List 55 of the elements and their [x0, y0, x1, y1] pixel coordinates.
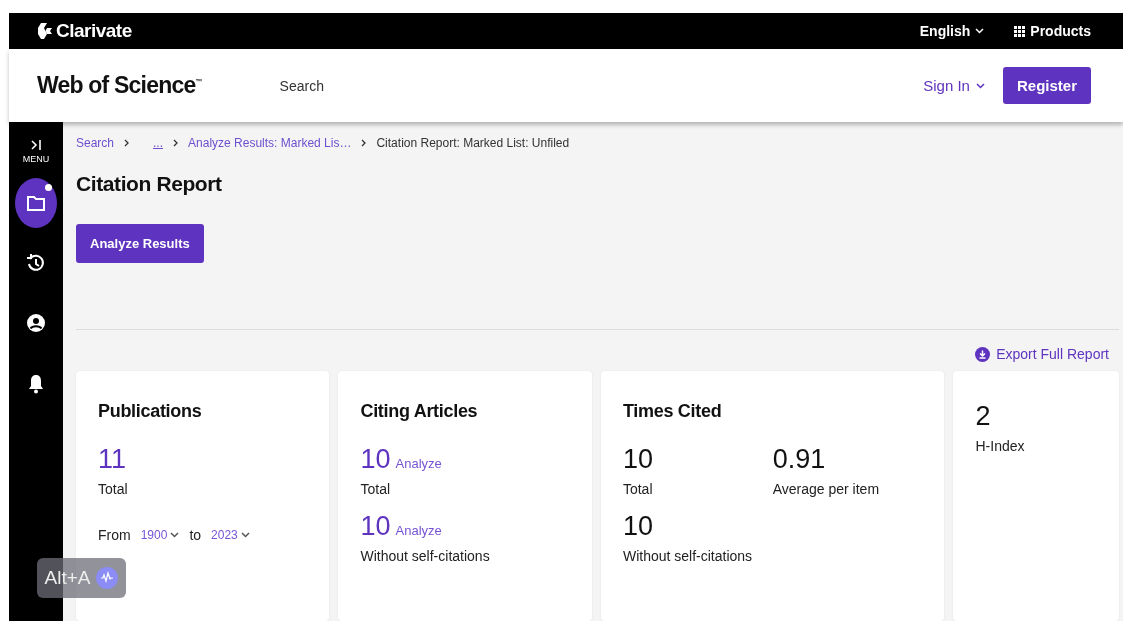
metric-value[interactable]: 11: [98, 444, 127, 475]
history-icon: [26, 253, 46, 273]
expand-icon: [30, 140, 42, 150]
sidebar-item[interactable]: [15, 178, 57, 228]
breadcrumb-current: Citation Report: Marked List: Unfiled: [376, 136, 570, 150]
metric-label: H-Index: [975, 438, 1026, 454]
bell-icon: [27, 372, 45, 394]
range-label: to: [189, 527, 202, 543]
metric-label: Without self-citations: [360, 548, 491, 564]
analyze-link[interactable]: Analyze: [395, 456, 442, 471]
metric-label: Without self-citations: [622, 548, 754, 564]
analyze-results-button[interactable]: Analyze Results: [76, 224, 204, 263]
language-menu[interactable]: English: [919, 23, 985, 39]
range-label: From: [98, 527, 131, 543]
breadcrumb-link[interactable]: Analyze Results: Marked Lis…: [188, 136, 352, 150]
chevron-right-icon: [361, 139, 367, 147]
account-icon: [26, 313, 46, 333]
download-icon: [975, 346, 991, 362]
products-menu[interactable]: Products: [1014, 23, 1091, 39]
card-title: Citing Articles: [360, 401, 479, 422]
chevron-down-icon: [975, 28, 985, 34]
metric-value[interactable]: 10: [360, 444, 391, 475]
analyze-link[interactable]: Analyze: [395, 523, 442, 538]
menu-button[interactable]: MENU: [22, 140, 50, 164]
metric-value: 10: [622, 511, 653, 542]
chevron-down-icon: [240, 532, 250, 538]
chevron-down-icon: [975, 82, 985, 89]
metric-label: Total: [98, 481, 129, 497]
chevron-right-icon: [124, 139, 130, 147]
export-link[interactable]: Export Full Report: [975, 346, 1109, 362]
voice-icon: [96, 567, 119, 589]
chevron-right-icon: [173, 139, 179, 147]
logo-icon: [37, 22, 53, 40]
breadcrumb-link[interactable]: Search: [76, 136, 115, 150]
card-title: Publications: [98, 401, 203, 422]
metric-label: Average per item: [772, 481, 881, 497]
page-title: Citation Report: [76, 172, 223, 196]
nav-link[interactable]: Search: [279, 77, 324, 94]
sign-in-link[interactable]: Sign In: [923, 77, 985, 94]
year-select[interactable]: 2023: [211, 528, 250, 542]
chevron-down-icon: [170, 532, 180, 538]
brand-name: Clarivate: [56, 20, 132, 42]
grid-icon: [1014, 25, 1026, 37]
metric-value: 0.91: [772, 444, 826, 475]
metric-value: 10: [622, 444, 653, 475]
product-logo[interactable]: Web of Science$^{™}$: [37, 72, 202, 99]
card-title: Times Cited: [622, 401, 723, 422]
metric-value: 2: [975, 401, 991, 432]
metric-label: Total: [360, 481, 392, 497]
folder-icon: [26, 194, 46, 212]
metric-value[interactable]: 10: [360, 511, 391, 542]
breadcrumb-link[interactable]: ...: [153, 136, 164, 150]
register-button[interactable]: Register: [1002, 67, 1091, 104]
metric-label: Total: [622, 481, 654, 497]
year-select[interactable]: 1900: [140, 528, 180, 542]
